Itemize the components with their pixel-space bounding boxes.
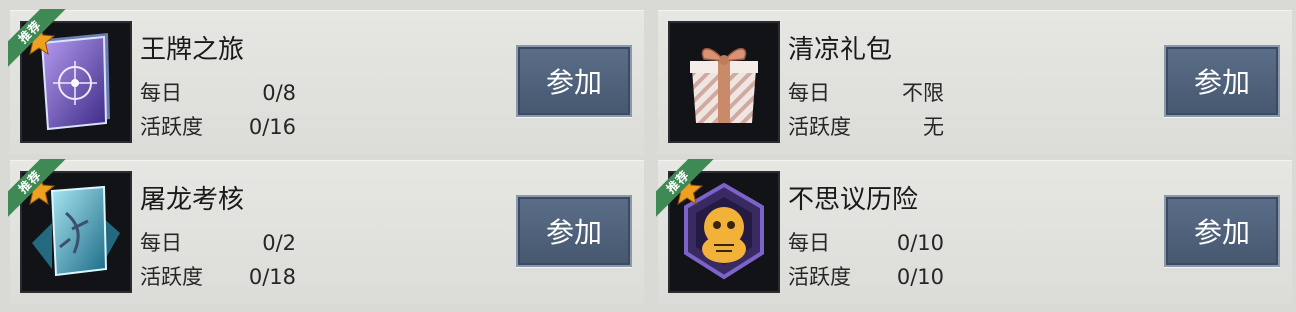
recommended-ribbon: 推荐 — [8, 9, 74, 75]
activity-points-label: 活跃度 — [788, 265, 851, 289]
activity-title: 清凉礼包 — [788, 35, 893, 65]
activity-points-value: 0/16 — [248, 115, 296, 139]
daily-value: 0/8 — [262, 81, 296, 105]
activity-card: 推荐 不思议历险 每日 0/10 活跃度 0/10 参加 — [656, 159, 1292, 304]
daily-label: 每日 — [788, 81, 830, 105]
daily-label: 每日 — [140, 231, 182, 255]
daily-label: 每日 — [140, 81, 182, 105]
join-button[interactable]: 参加 — [516, 45, 632, 117]
activity-points-value: 0/10 — [896, 265, 944, 289]
activity-title: 不思议历险 — [788, 185, 919, 215]
recommended-ribbon: 推荐 — [8, 159, 74, 225]
gift-box-icon — [668, 21, 780, 143]
activity-points-label: 活跃度 — [788, 115, 851, 139]
activity-points-value: 0/18 — [248, 265, 296, 289]
activity-title: 屠龙考核 — [140, 185, 245, 215]
activity-card: 推荐 屠龙考核 每日 0/2 活跃度 0/18 参加 — [8, 159, 644, 304]
activity-card: 清凉礼包 每日 不限 活跃度 无 参加 — [658, 10, 1292, 154]
join-button[interactable]: 参加 — [516, 195, 632, 267]
activity-points-label: 活跃度 — [140, 115, 203, 139]
join-button[interactable]: 参加 — [1164, 195, 1280, 267]
join-button[interactable]: 参加 — [1164, 45, 1280, 117]
daily-value: 0/2 — [262, 231, 296, 255]
daily-value: 不限 — [902, 81, 944, 105]
activity-points-label: 活跃度 — [140, 265, 203, 289]
daily-label: 每日 — [788, 231, 830, 255]
activity-title: 王牌之旅 — [140, 35, 245, 65]
recommended-ribbon: 推荐 — [656, 159, 722, 225]
daily-value: 0/10 — [896, 231, 944, 255]
activity-card: 推荐 王牌之旅 每日 0/8 活跃度 0/16 参加 — [8, 9, 644, 154]
activity-points-value: 无 — [923, 115, 944, 139]
